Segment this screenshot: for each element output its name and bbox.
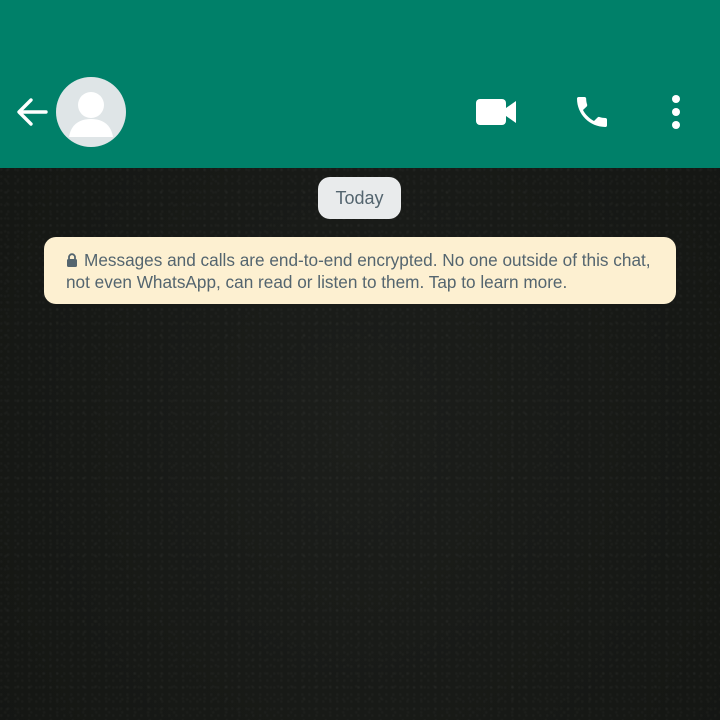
date-chip-label: Today	[335, 187, 384, 208]
video-camera-icon	[476, 99, 516, 125]
back-button[interactable]	[10, 92, 54, 132]
chat-screen: Today Messages and calls are end-to-end …	[0, 0, 720, 720]
encryption-notice-text: Messages and calls are end-to-end encryp…	[66, 250, 651, 292]
arrow-left-icon	[17, 98, 48, 126]
video-call-button[interactable]	[472, 88, 520, 136]
date-chip: Today	[318, 177, 401, 219]
lock-icon	[67, 253, 77, 267]
more-vertical-icon	[672, 95, 680, 129]
contact-avatar[interactable]	[56, 77, 126, 147]
encryption-notice[interactable]: Messages and calls are end-to-end encryp…	[44, 237, 676, 304]
default-person-icon	[69, 92, 113, 137]
chat-header	[0, 0, 720, 168]
phone-icon	[577, 97, 607, 127]
more-options-button[interactable]	[652, 88, 700, 136]
voice-call-button[interactable]	[568, 88, 616, 136]
